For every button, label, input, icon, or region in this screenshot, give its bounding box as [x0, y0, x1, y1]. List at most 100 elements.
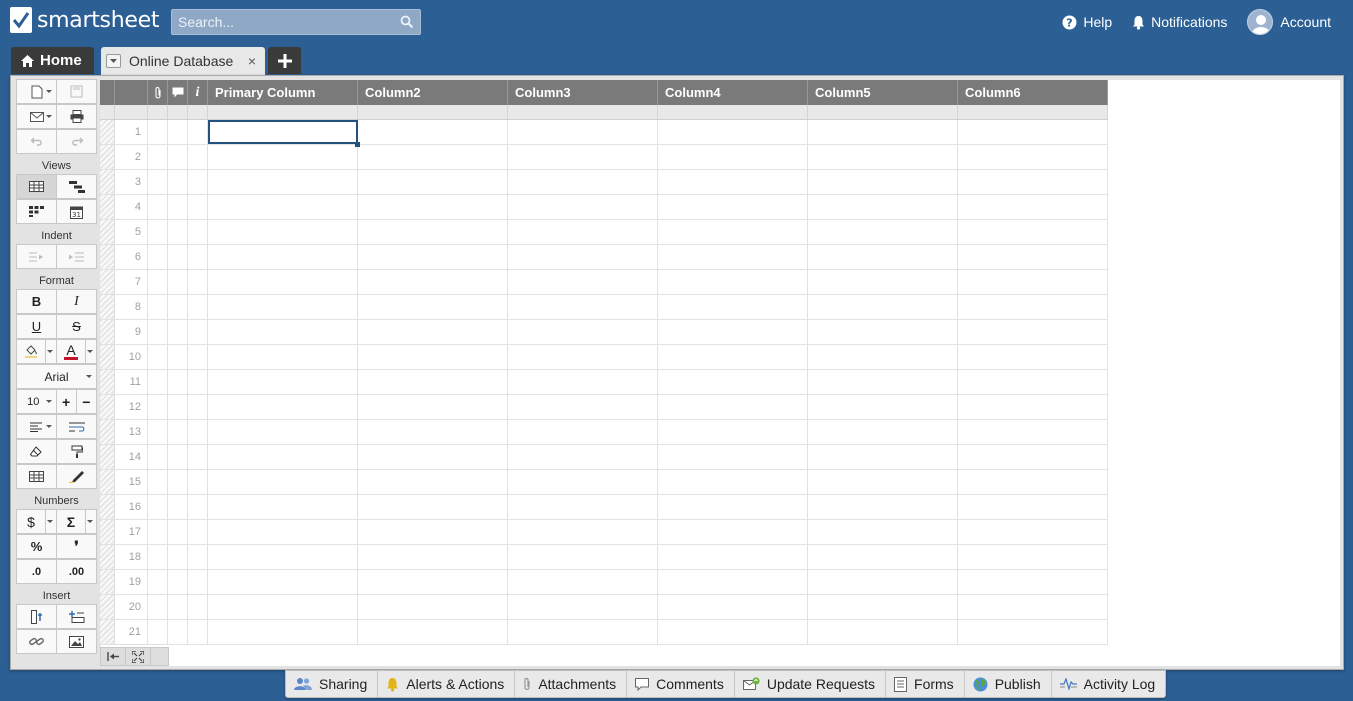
grid-cell[interactable]: [148, 220, 168, 244]
bold-button[interactable]: B: [16, 289, 57, 314]
calendar-view-button[interactable]: 31: [56, 199, 97, 224]
row-drag-handle[interactable]: [100, 370, 115, 394]
grid-cell[interactable]: [148, 445, 168, 469]
comment-header[interactable]: [168, 80, 188, 105]
grid-cell[interactable]: [358, 270, 508, 294]
grid-cell[interactable]: [148, 470, 168, 494]
row-drag-handle[interactable]: [100, 445, 115, 469]
publish-button[interactable]: Publish: [965, 671, 1052, 697]
grid-cell[interactable]: [188, 595, 208, 619]
grid-cell[interactable]: [658, 620, 808, 644]
row-number[interactable]: 10: [115, 345, 148, 369]
notifications-link[interactable]: Notifications: [1132, 8, 1227, 36]
grid-cell[interactable]: [808, 320, 958, 344]
grid-cell[interactable]: [168, 420, 188, 444]
grid-cell[interactable]: [808, 520, 958, 544]
grid-cell[interactable]: [168, 320, 188, 344]
grid-cell[interactable]: [808, 395, 958, 419]
grid-cell[interactable]: [658, 370, 808, 394]
grid-cell[interactable]: [208, 395, 358, 419]
grid-cell[interactable]: [958, 345, 1108, 369]
row-number[interactable]: 14: [115, 445, 148, 469]
grid-cell[interactable]: [508, 470, 658, 494]
grid-cell[interactable]: [188, 295, 208, 319]
info-header[interactable]: i: [188, 80, 208, 105]
grid-cell[interactable]: [208, 620, 358, 644]
insert-row-button[interactable]: [56, 604, 97, 629]
grid-cell[interactable]: [148, 195, 168, 219]
grid-cell[interactable]: [658, 295, 808, 319]
grid-cell[interactable]: [168, 595, 188, 619]
sum-button[interactable]: Σ: [56, 509, 86, 534]
insert-link-button[interactable]: [16, 629, 57, 654]
row-number[interactable]: 3: [115, 170, 148, 194]
fullscreen-button[interactable]: [126, 648, 151, 665]
grid-cell[interactable]: [188, 570, 208, 594]
alerts-actions-button[interactable]: Alerts & Actions: [378, 671, 516, 697]
grid-cell[interactable]: [208, 345, 358, 369]
grid-cell[interactable]: [208, 170, 358, 194]
grid-cell[interactable]: [958, 595, 1108, 619]
grid-cell[interactable]: [508, 420, 658, 444]
grid-cell[interactable]: [958, 295, 1108, 319]
grid-cell[interactable]: [508, 545, 658, 569]
grid-cell[interactable]: [358, 420, 508, 444]
grid-cell[interactable]: [358, 170, 508, 194]
insert-image-button[interactable]: [56, 629, 97, 654]
grid-cell[interactable]: [808, 170, 958, 194]
grid-cell[interactable]: [208, 120, 360, 147]
row-number[interactable]: 4: [115, 195, 148, 219]
grid-cell[interactable]: [508, 445, 658, 469]
grid-cell[interactable]: [208, 220, 358, 244]
grid-cell[interactable]: [358, 595, 508, 619]
grid-cell[interactable]: [168, 345, 188, 369]
grid-cell[interactable]: [188, 345, 208, 369]
row-drag-handle[interactable]: [100, 120, 115, 144]
column-header-primary[interactable]: Primary Column: [208, 80, 358, 105]
redo-button[interactable]: [56, 129, 97, 154]
grid-cell[interactable]: [808, 345, 958, 369]
grid-cell[interactable]: [658, 220, 808, 244]
grid-cell[interactable]: [508, 570, 658, 594]
grid-cell[interactable]: [168, 370, 188, 394]
grid-cell[interactable]: [508, 195, 658, 219]
grid-cell[interactable]: [658, 345, 808, 369]
row-number[interactable]: 15: [115, 470, 148, 494]
grid-cell[interactable]: [188, 520, 208, 544]
grid-cell[interactable]: [808, 295, 958, 319]
grid-cell[interactable]: [958, 620, 1108, 644]
grid-cell[interactable]: [188, 620, 208, 644]
row-number[interactable]: 16: [115, 495, 148, 519]
grid-cell[interactable]: [658, 195, 808, 219]
grid-cell[interactable]: [358, 345, 508, 369]
grid-cell[interactable]: [188, 420, 208, 444]
grid-cell[interactable]: [188, 220, 208, 244]
grid-cell[interactable]: [358, 195, 508, 219]
row-drag-handle[interactable]: [100, 195, 115, 219]
grid-cell[interactable]: [208, 320, 358, 344]
grid-cell[interactable]: [958, 145, 1108, 169]
scroll-to-start-button[interactable]: [101, 648, 126, 665]
grid-cell[interactable]: [168, 120, 188, 144]
row-drag-handle[interactable]: [100, 170, 115, 194]
font-size-up-button[interactable]: +: [55, 389, 77, 414]
email-button[interactable]: [16, 104, 57, 129]
sharing-button[interactable]: Sharing: [286, 671, 379, 697]
row-drag-handle[interactable]: [100, 570, 115, 594]
column-header-column4[interactable]: Column4: [658, 80, 808, 105]
grid-cell[interactable]: [208, 595, 358, 619]
grid-cell[interactable]: [358, 295, 508, 319]
grid-cell[interactable]: [508, 120, 658, 144]
wrap-text-button[interactable]: [56, 414, 97, 439]
row-number[interactable]: 11: [115, 370, 148, 394]
grid-cell[interactable]: [958, 320, 1108, 344]
row-drag-handle[interactable]: [100, 145, 115, 169]
row-number[interactable]: 18: [115, 545, 148, 569]
row-number[interactable]: 1: [115, 120, 148, 144]
grid-cell[interactable]: [208, 245, 358, 269]
comments-button[interactable]: Comments: [627, 671, 735, 697]
underline-button[interactable]: U: [16, 314, 57, 339]
indent-button[interactable]: [56, 244, 97, 269]
row-drag-handle[interactable]: [100, 295, 115, 319]
clear-format-button[interactable]: [16, 439, 57, 464]
